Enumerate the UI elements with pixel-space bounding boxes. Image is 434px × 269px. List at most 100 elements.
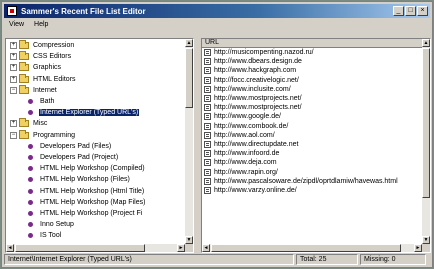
category-tree-panel: + Compression + CSS Editors + Graphics + HTML E…	[5, 38, 194, 253]
tree-folder[interactable]: − Programming	[10, 129, 76, 140]
tree-item-label: Internet Explorer (Typed URL's)	[39, 109, 140, 117]
menu-view[interactable]: View	[4, 21, 29, 28]
url-row[interactable]: http://www.deja.com	[202, 158, 422, 167]
scroll-up-arrow-icon[interactable]: ▲	[185, 39, 193, 47]
tree-item[interactable]: HTML Help Workshop (Files)	[26, 175, 131, 184]
folder-icon	[19, 73, 29, 83]
close-button[interactable]: ×	[417, 6, 428, 16]
folder-icon	[19, 118, 29, 128]
status-path: Internet\Internet Explorer (Typed URL's)	[4, 254, 294, 265]
tree-item-label: Bath	[40, 98, 55, 105]
url-row[interactable]: http://www.google.de/	[202, 112, 422, 121]
expand-icon[interactable]: +	[10, 53, 17, 61]
entry-icon	[28, 110, 33, 116]
tree-item[interactable]: Inno Setup	[26, 220, 75, 229]
url-row[interactable]: http://www.aol.com/	[202, 131, 422, 140]
maximize-button[interactable]: □	[405, 6, 416, 16]
document-icon	[204, 49, 211, 57]
tree-folder[interactable]: + Graphics	[10, 62, 62, 72]
status-total: Total: 25	[296, 254, 358, 265]
tree-item-label: Misc	[33, 120, 48, 128]
tree-item[interactable]: HTML Help Workshop (Map Files)	[26, 198, 146, 207]
collapse-icon[interactable]: −	[10, 86, 17, 94]
tree-item[interactable]: Developers Pad (Files)	[26, 142, 112, 151]
url-row[interactable]: http://www.rapin.org/	[202, 167, 422, 176]
url-text: http://www.dbears.design.de	[214, 58, 302, 66]
scroll-right-arrow-icon[interactable]: ►	[177, 244, 185, 252]
tree-folder[interactable]: + CSS Editors	[10, 51, 72, 61]
tree-item-label: HTML Help Workshop (Files)	[40, 176, 130, 184]
entry-icon	[28, 143, 33, 149]
url-row[interactable]: http://musicompenting.nazod.ru/	[202, 48, 422, 57]
menu-help[interactable]: Help	[29, 21, 53, 28]
minimize-button[interactable]: _	[393, 6, 404, 16]
scroll-right-arrow-icon[interactable]: ►	[414, 244, 422, 252]
tree-item-label: Internet	[33, 86, 57, 94]
expand-icon[interactable]: +	[10, 75, 17, 83]
tree-folder[interactable]: + Misc	[10, 118, 48, 128]
url-row[interactable]: http://www.directupdate.net	[202, 140, 422, 149]
collapse-icon[interactable]: −	[10, 131, 17, 139]
url-row[interactable]: http://www.hackgraph.com	[202, 66, 422, 75]
tree-item[interactable]: Internet Explorer (Typed URL's)	[26, 108, 140, 117]
tree-item-label: Inno Setup	[40, 221, 74, 229]
url-text: http://www.combook.de/	[214, 122, 289, 130]
app-icon[interactable]	[7, 6, 17, 16]
title-bar[interactable]: Sammer's Recent File List Editor _ □ ×	[4, 4, 430, 18]
entry-icon	[28, 166, 33, 172]
tree-vertical-scrollbar[interactable]: ▲ ▼	[185, 39, 193, 244]
pane-splitter[interactable]	[194, 38, 201, 253]
tree-item[interactable]: HTML Help Workshop (Project Fi	[26, 209, 143, 218]
url-row[interactable]: http://www.inclusite.com/	[202, 85, 422, 94]
scroll-left-arrow-icon[interactable]: ◄	[6, 244, 14, 252]
url-row[interactable]: http://focc.creativelogic.net/	[202, 76, 422, 85]
url-row[interactable]: http://www.varzy.online.de/	[202, 186, 422, 195]
tree-hscroll-thumb[interactable]	[15, 244, 145, 252]
url-horizontal-scrollbar[interactable]: ◄ ►	[202, 244, 422, 252]
document-icon	[204, 104, 211, 112]
expand-icon[interactable]: +	[10, 64, 17, 72]
expand-icon[interactable]: +	[10, 120, 17, 128]
status-missing: Missing: 0	[360, 254, 426, 265]
tree-folder[interactable]: + HTML Editors	[10, 73, 77, 84]
tree-item[interactable]: HTML Help Workshop (Html Title)	[26, 187, 145, 196]
url-list-panel: URL http://musicompenting.nazod.ru/http:…	[201, 38, 431, 253]
tree-item-label: Graphics	[33, 64, 62, 72]
document-icon	[204, 95, 211, 103]
scroll-corner	[422, 244, 430, 252]
document-icon	[204, 140, 211, 148]
tree-item-label: Developers Pad (Project)	[40, 154, 119, 161]
scroll-down-arrow-icon[interactable]: ▼	[185, 236, 193, 244]
entry-icon	[28, 155, 33, 160]
url-hscroll-thumb[interactable]	[211, 244, 401, 252]
tree-item-label: IS Tool	[40, 232, 62, 240]
tree-item[interactable]: Developers Pad (Project)	[26, 153, 119, 162]
tree-item[interactable]: Bath	[26, 97, 55, 106]
url-row[interactable]: http://www.dbears.design.de	[202, 57, 422, 66]
folder-icon	[19, 129, 29, 139]
url-row[interactable]: http://www.mostprojects.net/	[202, 94, 422, 103]
document-icon	[204, 131, 211, 139]
url-row[interactable]: http://www.infoord.de	[202, 149, 422, 158]
entry-icon	[28, 99, 33, 104]
expand-icon[interactable]: +	[10, 42, 17, 49]
url-scroll-thumb[interactable]	[422, 48, 430, 198]
tree-horizontal-scrollbar[interactable]: ◄ ►	[6, 244, 185, 252]
url-vertical-scrollbar[interactable]: ▲ ▼	[422, 39, 430, 244]
document-icon	[204, 76, 211, 84]
menu-bar: View Help	[4, 19, 430, 30]
url-row[interactable]: http://www.combook.de/	[202, 122, 422, 131]
url-row[interactable]: http://www.pascalsoware.de/zipdl/oprtdla…	[202, 177, 422, 186]
tree-folder[interactable]: − Internet	[10, 84, 58, 95]
tree-folder[interactable]: + Compression	[10, 40, 75, 50]
url-row[interactable]: http://www.mostprojects.net/	[202, 103, 422, 112]
document-icon	[204, 113, 211, 121]
tree-item[interactable]: IS Tool	[26, 231, 62, 240]
url-column-header[interactable]: URL	[202, 39, 422, 48]
scroll-up-arrow-icon[interactable]: ▲	[422, 39, 430, 47]
tree-scroll-thumb[interactable]	[185, 48, 193, 108]
scroll-down-arrow-icon[interactable]: ▼	[422, 236, 430, 244]
scroll-left-arrow-icon[interactable]: ◄	[202, 244, 210, 252]
url-text: http://www.pascalsoware.de/zipdl/oprtdla…	[214, 177, 398, 185]
tree-item[interactable]: HTML Help Workshop (Compiled)	[26, 164, 146, 173]
